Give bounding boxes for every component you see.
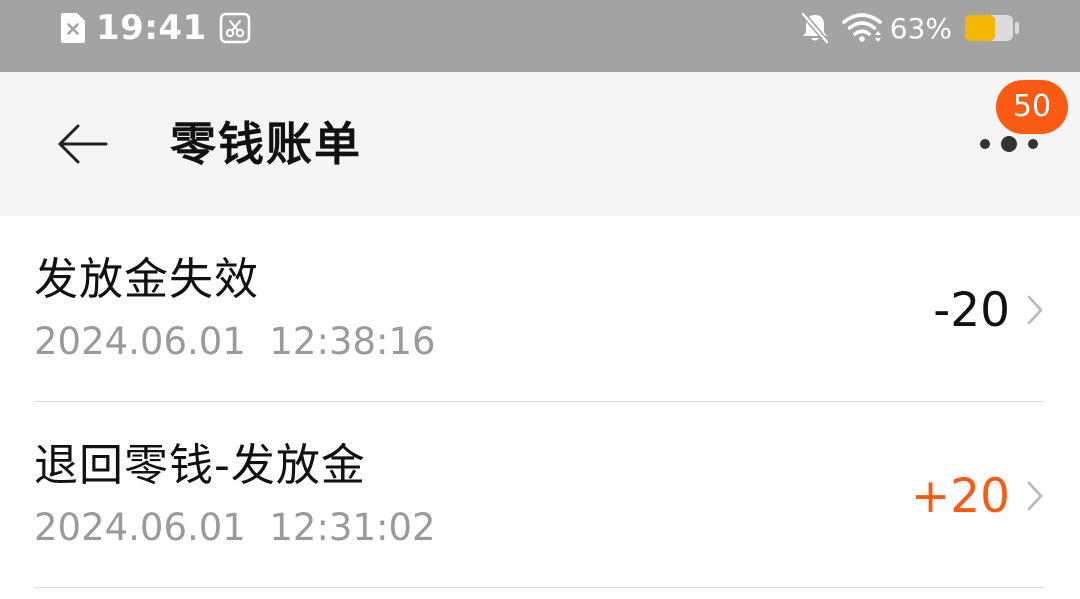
status-bar-right: 63%	[800, 8, 1020, 48]
app-header: 零钱账单 50	[0, 72, 1080, 216]
bill-time: 2024.06.01 12:38:16	[34, 320, 436, 363]
bell-muted-icon	[800, 12, 830, 44]
bill-amount: -20	[933, 283, 1010, 338]
battery-icon	[965, 15, 1019, 41]
status-bar-left: 19:41	[60, 8, 251, 48]
bill-row[interactable]: 发放金失效 2024.06.01 12:38:16 -20	[0, 216, 1080, 402]
chevron-right-icon	[1027, 481, 1043, 511]
battery-percent: 63%	[889, 11, 952, 45]
status-time: 19:41	[96, 8, 207, 48]
status-bar: 19:41 63%	[0, 0, 1080, 72]
bill-title: 发放金失效	[34, 254, 259, 305]
page-title: 零钱账单	[170, 117, 362, 171]
notification-badge: 50	[996, 80, 1068, 134]
bill-list: 发放金失效 2024.06.01 12:38:16 -20 退回零钱-发放金 2…	[0, 216, 1080, 588]
chevron-right-icon	[1027, 295, 1043, 325]
arrow-left-icon[interactable]	[52, 120, 112, 168]
bill-row[interactable]: 退回零钱-发放金 2024.06.01 12:31:02 +20	[0, 402, 1080, 588]
document-x-icon	[61, 13, 85, 43]
bill-time: 2024.06.01 12:31:02	[34, 506, 436, 549]
wifi-icon	[841, 13, 882, 42]
bill-amount: +20	[910, 469, 1010, 524]
screenshot-icon	[219, 12, 251, 44]
bill-title: 退回零钱-发放金	[34, 440, 366, 491]
